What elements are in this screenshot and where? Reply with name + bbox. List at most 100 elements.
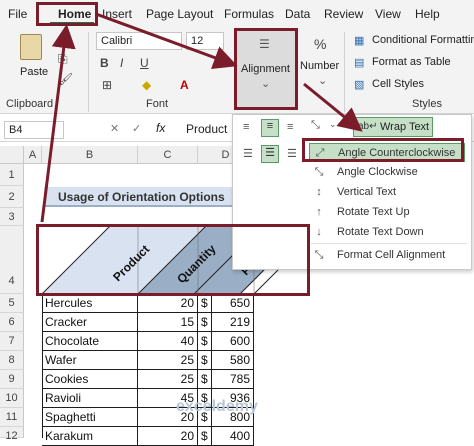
column-header[interactable]: B [42, 146, 138, 164]
menu-item-vertical-text[interactable]: ↕ Vertical Text [309, 183, 465, 202]
bottom-align-icon[interactable]: ≡ [287, 121, 293, 133]
cell-currency[interactable]: $ [198, 294, 212, 313]
orientation-icon[interactable]: ⤡ [311, 119, 320, 132]
column-header[interactable]: A [24, 146, 42, 164]
middle-align-icon[interactable]: ≡ [261, 119, 279, 137]
select-all-corner[interactable] [0, 146, 24, 164]
insert-function-icon[interactable]: fx [156, 121, 165, 135]
conditional-formatting-button[interactable]: Conditional Formattin [372, 34, 474, 46]
bold-icon[interactable]: B [100, 56, 109, 70]
formula-content[interactable]: Product [186, 122, 227, 136]
cell-currency[interactable]: $ [198, 427, 212, 446]
cell-quantity[interactable]: 20 [138, 294, 198, 313]
cell-quantity[interactable]: 20 [138, 427, 198, 446]
format-painter-icon[interactable]: 🖌 [58, 72, 73, 86]
cell-quantity[interactable]: 15 [138, 313, 198, 332]
cell-price[interactable]: 600 [212, 332, 254, 351]
paste-icon[interactable] [20, 34, 42, 60]
cell-quantity[interactable]: 40 [138, 332, 198, 351]
rotate-text-down-icon: ↓ [316, 226, 322, 238]
row-header[interactable]: 7 [0, 332, 24, 351]
cell-price[interactable]: 785 [212, 370, 254, 389]
menu-item-rotate-text-down[interactable]: ↓ Rotate Text Down [309, 223, 465, 242]
row-header[interactable]: 12 [0, 427, 24, 442]
chevron-down-icon: ⌄ [318, 75, 328, 87]
menu-item-format-cell-alignment[interactable]: ⤡ Format Cell Alignment [309, 246, 465, 265]
tab-help[interactable]: Help [415, 7, 440, 21]
angle-clockwise-icon: ⤡ [314, 166, 324, 178]
format-as-table-icon: ▤ [354, 57, 365, 69]
row-header[interactable]: 10 [0, 389, 24, 408]
cell-price[interactable]: 650 [212, 294, 254, 313]
fill-color-icon[interactable]: ◆ [142, 78, 151, 92]
cell-currency[interactable]: $ [198, 351, 212, 370]
cancel-icon[interactable]: ✕ [110, 122, 119, 135]
cell-price[interactable]: 580 [212, 351, 254, 370]
tab-file[interactable]: File [8, 7, 27, 21]
menu-item-angle-counterclockwise[interactable]: ⤢ Angle Counterclockwise [309, 143, 465, 162]
cell-product[interactable]: Spaghetti [42, 408, 138, 427]
font-color-icon[interactable]: A [180, 78, 189, 92]
alignment-button[interactable]: ☰ Alignment ⌄ [236, 30, 296, 108]
cell-product[interactable]: Wafer [42, 351, 138, 370]
underline-icon[interactable]: U [140, 56, 149, 70]
row-header[interactable]: 11 [0, 408, 24, 427]
row-header[interactable]: 3 [0, 208, 24, 226]
sheet-title[interactable]: Usage of Orientation Options [44, 187, 254, 207]
tab-data[interactable]: Data [285, 7, 310, 21]
percent-icon[interactable]: % [314, 36, 326, 52]
cell-quantity[interactable]: 25 [138, 351, 198, 370]
row-header[interactable]: 4 [0, 226, 24, 294]
column-header[interactable]: C [138, 146, 198, 164]
tab-review[interactable]: Review [324, 7, 363, 21]
tab-home[interactable]: Home [58, 7, 91, 21]
row-header[interactable]: 6 [0, 313, 24, 332]
cell-currency[interactable]: $ [198, 370, 212, 389]
copy-icon[interactable]: ⎘ [58, 52, 68, 67]
vertical-align-row: ≡ ≡ ≡ [235, 119, 305, 139]
menu-item-rotate-text-up[interactable]: ↑ Rotate Text Up [309, 203, 465, 222]
cell-price[interactable]: 219 [212, 313, 254, 332]
center-icon[interactable]: ☰ [261, 145, 279, 163]
font-name-dropdown[interactable]: Calibri [96, 32, 182, 50]
tab-formulas[interactable]: Formulas [224, 7, 274, 21]
row-header[interactable]: 2 [0, 186, 24, 208]
format-as-table-button[interactable]: Format as Table [372, 56, 451, 68]
row-header[interactable]: 5 [0, 294, 24, 313]
cell-price[interactable]: 400 [212, 427, 254, 446]
chevron-down-icon: ⌄ [261, 78, 271, 90]
number-button[interactable]: Number [300, 60, 339, 72]
tab-insert[interactable]: Insert [102, 7, 132, 21]
row-header[interactable]: 9 [0, 370, 24, 389]
clipboard-group-label: Clipboard [6, 98, 54, 110]
cell-product[interactable]: Hercules [42, 294, 138, 313]
font-size-dropdown[interactable]: 12 [186, 32, 224, 50]
enter-icon[interactable]: ✓ [132, 122, 141, 135]
cell-currency[interactable]: $ [198, 332, 212, 351]
cell-product[interactable]: Cookies [42, 370, 138, 389]
align-right-icon[interactable]: ☰ [287, 147, 297, 160]
row-header[interactable]: 8 [0, 351, 24, 370]
paste-button[interactable]: Paste [20, 66, 48, 78]
cell-product[interactable]: Cracker [42, 313, 138, 332]
cell-styles-button[interactable]: Cell Styles [372, 78, 424, 90]
align-left-icon[interactable]: ☰ [243, 147, 253, 160]
cut-icon[interactable]: ✂ [58, 32, 68, 46]
italic-icon[interactable]: I [120, 56, 123, 70]
cell-product[interactable]: Chocolate [42, 332, 138, 351]
tab-view[interactable]: View [375, 7, 401, 21]
row-header[interactable]: 1 [0, 164, 24, 186]
cell-currency[interactable]: $ [198, 313, 212, 332]
wrap-text-icon: ab↵ [358, 121, 378, 132]
ribbon: Paste ✂ ⎘ 🖌 Clipboard Calibri 12 B I U ⊞… [0, 28, 474, 114]
cell-product[interactable]: Ravioli [42, 389, 138, 408]
tab-page-layout[interactable]: Page Layout [146, 7, 213, 21]
wrap-text-button[interactable]: ab↵ Wrap Text [353, 117, 433, 137]
name-box[interactable]: B4 [4, 121, 64, 139]
borders-icon[interactable]: ⊞ [102, 78, 112, 92]
top-align-icon[interactable]: ≡ [243, 121, 249, 133]
menu-item-angle-clockwise[interactable]: ⤡ Angle Clockwise [309, 163, 465, 182]
conditional-formatting-icon: ▦ [354, 35, 365, 47]
cell-quantity[interactable]: 25 [138, 370, 198, 389]
cell-product[interactable]: Karakum [42, 427, 138, 446]
